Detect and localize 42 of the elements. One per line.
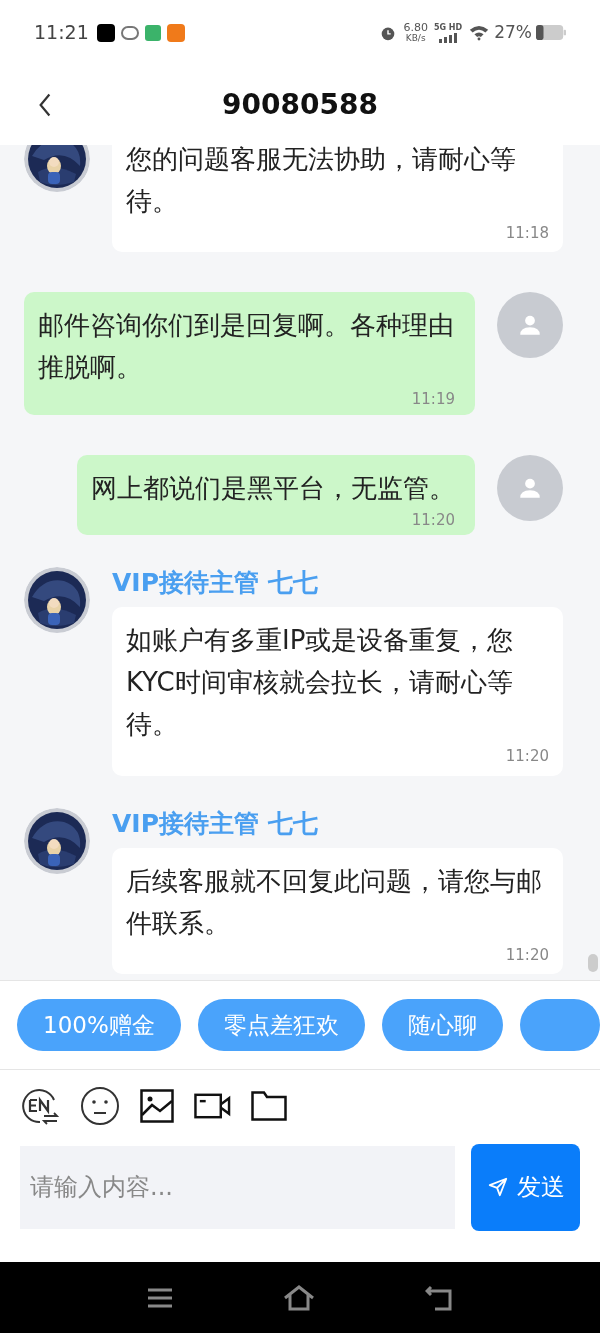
message-time: 11:20 — [505, 746, 549, 767]
scroll-handle[interactable] — [588, 954, 598, 972]
chat-title: 90080588 — [222, 87, 378, 123]
send-button[interactable]: 发送 — [471, 1143, 580, 1231]
signal-icon — [438, 32, 459, 43]
chevron-left-icon — [38, 92, 52, 118]
message-text: 您的问题客服无法协助，请耐心等待。 — [126, 145, 517, 218]
sender-name: VIP接待主管 七七 — [112, 567, 319, 599]
app-icon — [96, 23, 115, 42]
status-time: 11:21 — [34, 20, 89, 46]
message-time: 11:20 — [411, 509, 455, 531]
message-input[interactable]: 请输入内容... — [20, 1145, 455, 1229]
message-time: 11:19 — [411, 389, 455, 410]
sender-name: VIP接待主管 七七 — [112, 807, 319, 840]
quick-reply-chip[interactable]: 随心聊 — [381, 999, 503, 1051]
translate-icon[interactable] — [20, 1086, 60, 1126]
message-text: 邮件咨询你们到是回复啊。各种理由推脱啊。 — [38, 309, 455, 384]
network-type: 5G HD — [433, 22, 463, 33]
quick-reply-chip[interactable] — [519, 999, 600, 1051]
message-time: 11:18 — [505, 222, 549, 244]
network-speed: 6.80 — [403, 21, 428, 33]
message-time: 11:20 — [505, 944, 549, 966]
wifi-icon — [468, 24, 491, 41]
battery-icon — [536, 25, 566, 40]
quick-reply-chip[interactable]: 零点差狂欢 — [197, 999, 365, 1051]
message-text: 如账户有多重IP或是设备重复，您KYC时间审核就会拉长，请耐心等待。 — [126, 624, 515, 741]
app-icon — [166, 23, 185, 42]
message-text: 网上都说们是黑平台，无监管。 — [91, 471, 455, 505]
home-icon[interactable] — [283, 1284, 315, 1311]
app-icon — [144, 24, 161, 41]
quick-reply-chip[interactable]: 100%赠金 — [17, 999, 181, 1051]
send-icon — [486, 1176, 509, 1198]
image-icon[interactable] — [140, 1089, 174, 1123]
emoji-icon[interactable] — [80, 1086, 120, 1126]
menu-icon[interactable] — [147, 1286, 173, 1309]
battery-level: 27% — [494, 20, 532, 44]
folder-icon[interactable] — [251, 1091, 287, 1121]
back-icon[interactable] — [425, 1284, 453, 1311]
speed-unit: KB/s — [405, 32, 426, 44]
message-text: 后续客服就不回复此问题，请您与邮件联系。 — [126, 864, 543, 940]
app-icon — [120, 25, 139, 40]
video-icon[interactable] — [194, 1093, 231, 1119]
